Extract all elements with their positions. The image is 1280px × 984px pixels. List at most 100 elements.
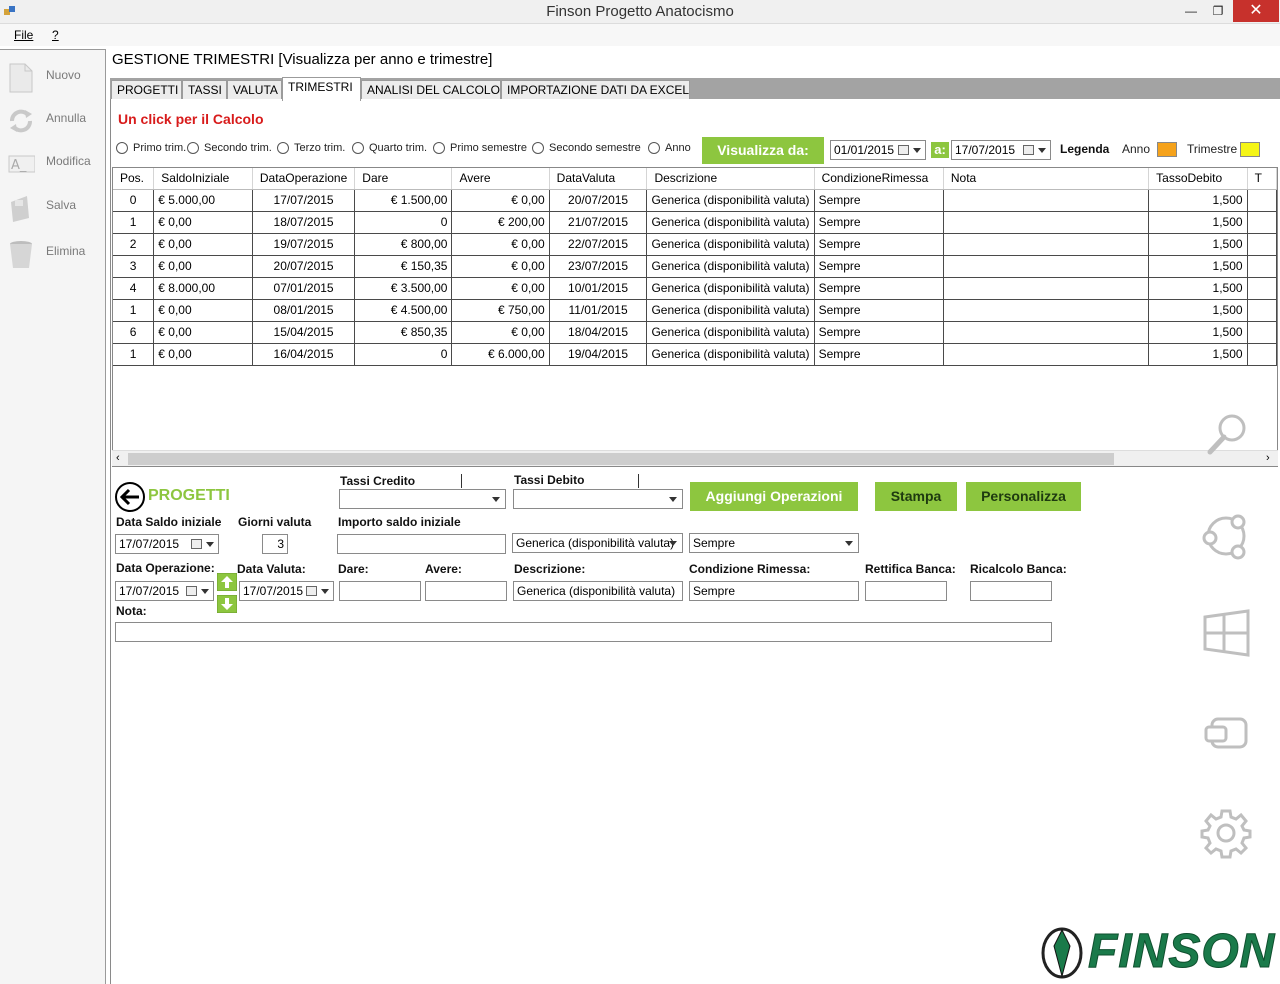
table-cell[interactable]: € 200,00 xyxy=(451,211,550,234)
table-cell[interactable]: 1 xyxy=(113,211,155,234)
table-cell[interactable]: 1 xyxy=(113,343,155,366)
horizontal-scrollbar[interactable]: ‹ › xyxy=(112,450,1278,466)
tassi-debito-select[interactable] xyxy=(513,489,683,509)
menu-file[interactable]: File xyxy=(14,28,33,42)
table-cell[interactable]: 10/01/2015 xyxy=(549,277,648,300)
table-cell[interactable]: 0 xyxy=(354,343,453,366)
data-operazione-picker[interactable]: 17/07/2015 xyxy=(115,581,214,601)
table-cell[interactable]: € 150,35 xyxy=(354,255,453,278)
table-cell[interactable] xyxy=(1247,211,1277,234)
modifica-button[interactable]: A_ Modifica xyxy=(0,142,106,182)
table-cell[interactable] xyxy=(943,321,1150,344)
table-cell[interactable]: Generica (disponibilità valuta) xyxy=(646,321,815,344)
scroll-right-icon[interactable]: › xyxy=(1266,452,1270,464)
table-cell[interactable] xyxy=(943,189,1150,212)
operations-grid[interactable]: Pos. SaldoIniziale DataOperazione Dare Avere… xyxy=(112,167,1278,467)
arrow-up-icon[interactable] xyxy=(217,573,237,591)
tab-importazione[interactable]: IMPORTAZIONE DATI DA EXCEL xyxy=(501,80,690,99)
table-cell[interactable]: 1,500 xyxy=(1148,189,1248,212)
table-cell[interactable]: € 4.500,00 xyxy=(354,299,453,322)
table-cell[interactable]: € 0,00 xyxy=(451,277,550,300)
table-cell[interactable]: € 0,00 xyxy=(153,233,253,256)
aggiungi-operazioni-button[interactable]: Aggiungi Operazioni xyxy=(690,482,858,511)
table-cell[interactable] xyxy=(1247,277,1277,300)
table-cell[interactable] xyxy=(943,343,1150,366)
table-cell[interactable] xyxy=(1247,189,1277,212)
personalizza-button[interactable]: Personalizza xyxy=(966,482,1081,511)
table-cell[interactable]: € 0,00 xyxy=(451,321,550,344)
restore-button[interactable]: ❐ xyxy=(1203,0,1233,22)
grid-column-header[interactable]: DataOperazione xyxy=(252,168,356,190)
table-cell[interactable]: Generica (disponibilità valuta) xyxy=(646,255,815,278)
grid-column-header[interactable]: Pos. xyxy=(113,168,155,190)
radio-primo-trim[interactable]: Primo trim. xyxy=(116,142,186,154)
table-row[interactable]: 4 € 8.000,00 07/01/2015 € 3.500,00 € 0,00 10/… xyxy=(113,277,1277,300)
table-cell[interactable]: Sempre xyxy=(814,255,944,278)
grid-column-header[interactable]: TassoDebito xyxy=(1148,168,1248,190)
table-cell[interactable]: Sempre xyxy=(814,189,944,212)
minimize-button[interactable]: — xyxy=(1176,0,1206,22)
table-cell[interactable]: 6 xyxy=(113,321,155,344)
table-cell[interactable] xyxy=(943,233,1150,256)
table-cell[interactable]: 11/01/2015 xyxy=(549,299,648,322)
condizione-select-top[interactable]: Sempre xyxy=(689,533,859,553)
data-saldo-picker[interactable]: 17/07/2015 xyxy=(115,534,219,554)
table-cell[interactable]: € 0,00 xyxy=(451,233,550,256)
table-cell[interactable]: 23/07/2015 xyxy=(549,255,648,278)
table-cell[interactable]: Sempre xyxy=(814,321,944,344)
table-cell[interactable]: 1,500 xyxy=(1148,211,1248,234)
table-cell[interactable]: Sempre xyxy=(814,233,944,256)
table-cell[interactable]: 1,500 xyxy=(1148,321,1248,344)
grid-column-header[interactable]: SaldoIniziale xyxy=(153,168,253,190)
grid-column-header[interactable]: CondizioneRimessa xyxy=(814,168,944,190)
ricalcolo-field[interactable] xyxy=(970,581,1052,601)
radio-anno[interactable]: Anno xyxy=(648,142,691,154)
descrizione-field[interactable]: Generica (disponibilità valuta) xyxy=(513,581,683,601)
nuovo-button[interactable]: Nuovo xyxy=(0,56,106,96)
grid-column-header[interactable]: Avere xyxy=(451,168,550,190)
table-cell[interactable] xyxy=(1247,299,1277,322)
table-cell[interactable]: Sempre xyxy=(814,277,944,300)
descrizione-select-top[interactable]: Generica (disponibilità valuta) xyxy=(512,533,683,553)
table-cell[interactable]: 19/04/2015 xyxy=(549,343,648,366)
table-cell[interactable]: Sempre xyxy=(814,211,944,234)
table-cell[interactable]: € 8.000,00 xyxy=(153,277,253,300)
table-cell[interactable]: 0 xyxy=(354,211,453,234)
tab-analisi[interactable]: ANALISI DEL CALCOLO xyxy=(361,80,501,99)
table-cell[interactable]: € 750,00 xyxy=(451,299,550,322)
table-cell[interactable]: Generica (disponibilità valuta) xyxy=(646,299,815,322)
table-cell[interactable]: € 0,00 xyxy=(451,189,550,212)
table-cell[interactable]: € 0,00 xyxy=(153,255,253,278)
back-arrow-icon[interactable] xyxy=(114,482,146,512)
table-cell[interactable]: 20/07/2015 xyxy=(252,255,356,278)
importo-saldo-field[interactable] xyxy=(337,534,506,554)
table-cell[interactable]: 16/04/2015 xyxy=(252,343,356,366)
tab-tassi[interactable]: TASSI xyxy=(182,80,227,99)
table-row[interactable]: 1 € 0,00 16/04/2015 0 € 6.000,00 19/04/2015 Ge… xyxy=(113,343,1277,366)
table-cell[interactable]: Generica (disponibilità valuta) xyxy=(646,277,815,300)
calc-link[interactable]: Un click per il Calcolo xyxy=(118,111,264,127)
salva-button[interactable]: Salva xyxy=(0,186,106,226)
visualizza-button[interactable]: Visualizza da: xyxy=(702,137,824,164)
share-network-icon[interactable] xyxy=(1198,508,1254,564)
data-valuta-picker[interactable]: 17/07/2015 xyxy=(239,581,334,601)
table-cell[interactable]: Sempre xyxy=(814,343,944,366)
grid-column-header[interactable]: Descrizione xyxy=(646,168,815,190)
condizione-field[interactable]: Sempre xyxy=(689,581,859,601)
table-cell[interactable]: 1,500 xyxy=(1148,343,1248,366)
radio-terzo-trim[interactable]: Terzo trim. xyxy=(277,142,345,154)
annulla-button[interactable]: Annulla xyxy=(0,99,106,139)
table-cell[interactable]: 18/04/2015 xyxy=(549,321,648,344)
table-cell[interactable]: 2 xyxy=(113,233,155,256)
table-cell[interactable]: 1,500 xyxy=(1148,255,1248,278)
scroll-left-icon[interactable]: ‹ xyxy=(116,452,120,464)
table-cell[interactable] xyxy=(943,299,1150,322)
table-cell[interactable]: € 0,00 xyxy=(153,321,253,344)
date-to-picker[interactable]: 17/07/2015 xyxy=(951,140,1051,160)
table-row[interactable]: 1 € 0,00 18/07/2015 0 € 200,00 21/07/2015 Gene… xyxy=(113,211,1277,234)
menu-help[interactable]: ? xyxy=(52,28,59,42)
table-cell[interactable] xyxy=(943,277,1150,300)
table-cell[interactable]: € 850,35 xyxy=(354,321,453,344)
avere-field[interactable] xyxy=(425,581,507,601)
table-cell[interactable]: 22/07/2015 xyxy=(549,233,648,256)
